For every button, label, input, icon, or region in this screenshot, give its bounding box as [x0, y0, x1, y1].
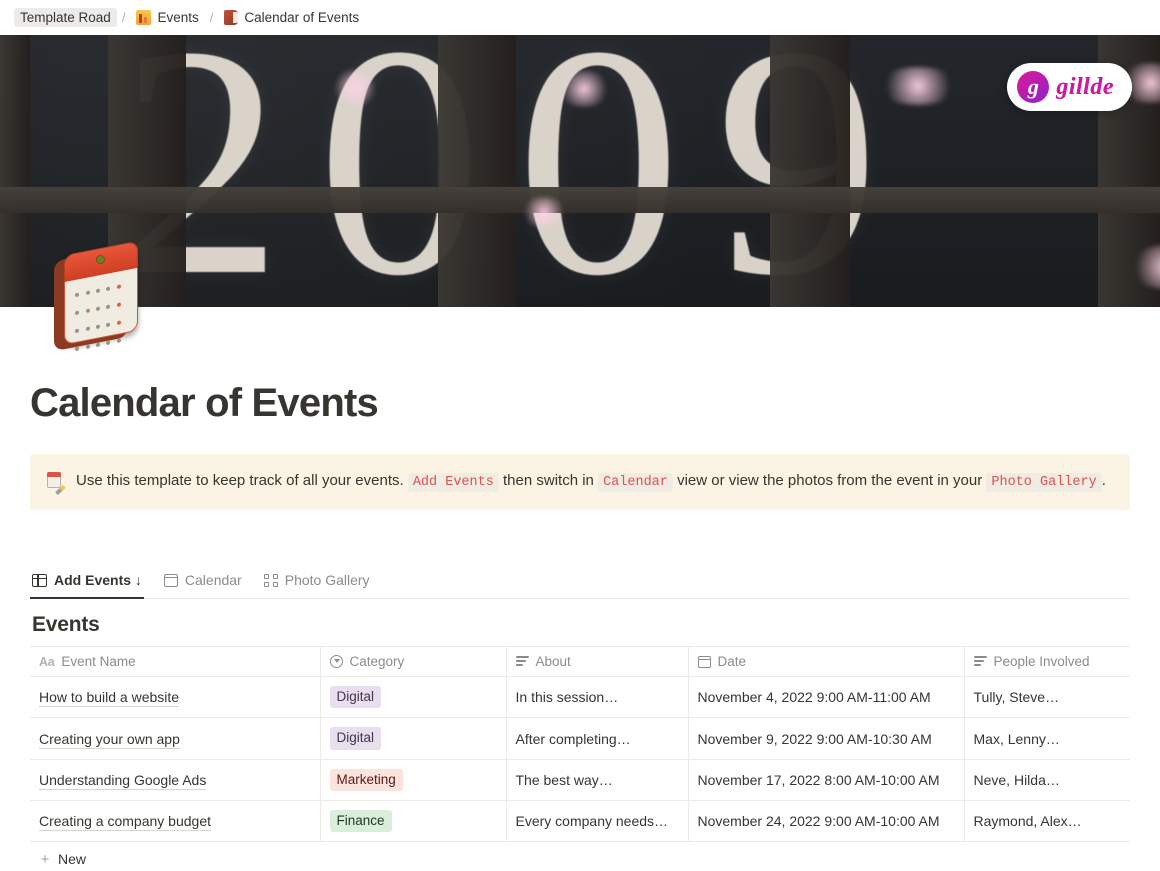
date-icon: [697, 655, 711, 668]
callout-text-part-3: view or view the photos from the event i…: [677, 472, 983, 489]
cell-category[interactable]: Marketing: [320, 759, 507, 801]
cell-people[interactable]: Tully, Steve…: [964, 676, 1130, 719]
cell-category[interactable]: Digital: [320, 717, 507, 760]
cell-event-name[interactable]: Understanding Google Ads: [30, 759, 321, 801]
new-row-cell[interactable]: + New: [30, 841, 1130, 871]
event-name-link[interactable]: Creating a company budget: [39, 813, 211, 832]
bar-chart-icon: [136, 10, 152, 25]
breadcrumb-separator: /: [121, 10, 126, 25]
table-row[interactable]: Creating a company budget Finance Every …: [30, 800, 1130, 843]
database-title: Events: [32, 613, 100, 637]
events-table: Aa Event Name Category About Date People…: [30, 646, 1130, 871]
tab-photo-gallery[interactable]: Photo Gallery: [262, 568, 372, 599]
tab-label: Photo Gallery: [284, 572, 370, 589]
database-table-wrapper: Aa Event Name Category About Date People…: [30, 646, 1130, 871]
event-name-link[interactable]: How to build a website: [39, 689, 180, 708]
tab-add-events[interactable]: Add Events ↓: [30, 568, 144, 600]
cell-category[interactable]: Digital: [320, 676, 507, 719]
callout-text-part-2: then switch in: [503, 472, 594, 489]
column-label: Category: [349, 654, 405, 670]
cell-date[interactable]: November 24, 2022 9:00 AM-10:00 AM: [688, 800, 965, 843]
column-label: About: [535, 654, 571, 670]
table-row[interactable]: How to build a website Digital In this s…: [30, 676, 1130, 719]
column-label: Date: [717, 654, 747, 670]
cell-event-name[interactable]: Creating a company budget: [30, 800, 321, 843]
breadcrumb-label: Events: [157, 10, 199, 25]
page-icon-spiral-calendar[interactable]: [52, 240, 148, 352]
tab-label: Add Events ↓: [54, 572, 142, 589]
callout-text: Use this template to keep track of all y…: [76, 470, 1106, 493]
title-aa-icon: Aa: [39, 654, 55, 669]
status-badge: Marketing: [329, 768, 403, 791]
callout-block: Use this template to keep track of all y…: [30, 454, 1130, 511]
cell-about[interactable]: After completing…: [506, 717, 689, 760]
callout-code-calendar[interactable]: Calendar: [598, 473, 673, 492]
page-title: Calendar of Events: [30, 381, 379, 425]
callout-code-add-events[interactable]: Add Events: [407, 473, 499, 492]
cell-date[interactable]: November 9, 2022 9:00 AM-10:30 AM: [688, 717, 965, 760]
calendar-icon: [163, 573, 178, 587]
gallery-icon: [263, 573, 278, 587]
memo-icon: [46, 472, 66, 496]
text-icon: [973, 656, 987, 667]
cell-about[interactable]: In this session…: [506, 676, 689, 719]
column-header-event-name[interactable]: Aa Event Name: [30, 646, 321, 678]
cell-people[interactable]: Raymond, Alex…: [964, 800, 1130, 843]
logo-wordmark: gillde: [1056, 73, 1114, 100]
status-badge: Digital: [329, 686, 382, 709]
cell-people[interactable]: Max, Lenny…: [964, 717, 1130, 760]
breadcrumb-separator: /: [209, 10, 214, 25]
database-view-tabs: Add Events ↓ Calendar Photo Gallery: [30, 568, 1130, 600]
column-header-date[interactable]: Date: [688, 646, 965, 678]
breadcrumb-item-events[interactable]: Events: [130, 8, 204, 27]
callout-code-photo-gallery[interactable]: Photo Gallery: [986, 473, 1102, 492]
tab-label: Calendar: [184, 572, 242, 589]
cell-about[interactable]: The best way…: [506, 759, 689, 801]
column-header-about[interactable]: About: [506, 646, 689, 678]
event-name-link[interactable]: Creating your own app: [39, 730, 180, 749]
column-header-people-involved[interactable]: People Involved: [964, 646, 1130, 678]
cell-date[interactable]: November 17, 2022 8:00 AM-10:00 AM: [688, 759, 965, 801]
breadcrumb-item-template-road[interactable]: Template Road: [14, 8, 117, 27]
breadcrumb-item-calendar-of-events[interactable]: Calendar of Events: [218, 8, 365, 27]
column-label: Event Name: [61, 654, 136, 670]
table-header-row: Aa Event Name Category About Date People…: [30, 646, 1130, 678]
select-icon: [329, 655, 343, 669]
cell-people[interactable]: Neve, Hilda…: [964, 759, 1130, 801]
breadcrumb: Template Road / Events / Calendar of Eve…: [0, 0, 1160, 35]
cell-date[interactable]: November 4, 2022 9:00 AM-11:00 AM: [688, 676, 965, 719]
new-row-label: New: [58, 851, 87, 868]
status-badge: Finance: [329, 809, 392, 833]
cell-event-name[interactable]: How to build a website: [30, 676, 321, 719]
cover-image: 2009 g gillde: [0, 35, 1160, 307]
plus-icon: +: [40, 851, 50, 869]
logo-mark-icon: g: [1017, 71, 1050, 103]
cell-event-name[interactable]: Creating your own app: [30, 717, 321, 760]
event-name-link[interactable]: Understanding Google Ads: [39, 771, 207, 790]
tab-calendar[interactable]: Calendar: [162, 568, 244, 599]
closed-book-icon: [224, 10, 239, 25]
table-row[interactable]: Understanding Google Ads Marketing The b…: [30, 759, 1130, 801]
status-badge: Digital: [329, 727, 382, 750]
column-header-category[interactable]: Category: [320, 646, 507, 678]
text-icon: [515, 656, 529, 667]
gillde-logo[interactable]: g gillde: [1007, 63, 1132, 111]
breadcrumb-label: Calendar of Events: [244, 10, 360, 25]
breadcrumb-label: Template Road: [20, 10, 111, 25]
cell-category[interactable]: Finance: [320, 800, 507, 843]
cell-about[interactable]: Every company needs…: [506, 800, 689, 843]
column-label: People Involved: [993, 654, 1090, 670]
callout-text-part-4: .: [1101, 472, 1106, 489]
page-body: Calendar of Events Use this template to …: [0, 307, 1160, 871]
table-icon: [32, 573, 47, 587]
callout-text-part-1: Use this template to keep track of all y…: [76, 472, 404, 489]
table-row[interactable]: Creating your own app Digital After comp…: [30, 717, 1130, 760]
new-row-button[interactable]: + New: [30, 841, 1130, 871]
